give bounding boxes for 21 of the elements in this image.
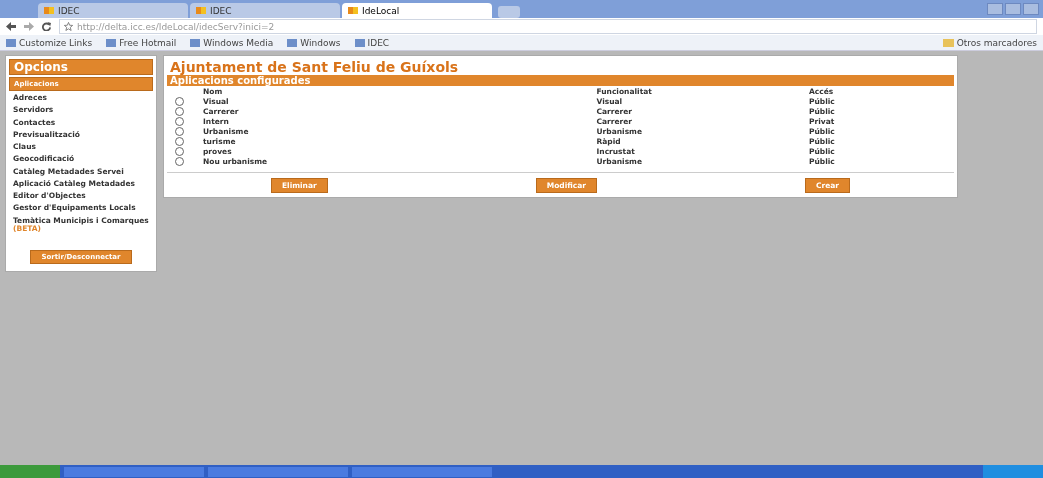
bookmark-link[interactable]: Windows <box>287 37 341 48</box>
browser-tab[interactable]: IDEC <box>190 3 340 18</box>
bookmark-link[interactable]: Windows Media <box>190 37 274 48</box>
section-header: Aplicacions configurades <box>167 75 954 86</box>
page-title: Ajuntament de Sant Feliu de Guíxols <box>169 59 460 75</box>
browser-tab[interactable]: IDEC <box>38 3 188 18</box>
star-icon[interactable] <box>64 22 73 31</box>
start-button[interactable] <box>0 465 60 478</box>
bookmark-link[interactable]: Free Hotmail <box>106 37 177 48</box>
browser-tab[interactable]: IdeLocal <box>342 3 492 18</box>
system-tray <box>983 465 1043 478</box>
minimize-button[interactable] <box>987 3 1003 15</box>
forward-icon[interactable] <box>24 22 34 31</box>
back-icon[interactable] <box>6 22 16 31</box>
reload-icon[interactable] <box>42 22 51 31</box>
close-button[interactable] <box>1023 3 1039 15</box>
maximize-button[interactable] <box>1005 3 1021 15</box>
sidebar-heading: Opcions <box>9 59 153 75</box>
bookmark-link[interactable]: Customize Links <box>6 37 93 48</box>
bookmark-folder[interactable]: Otros marcadores <box>942 37 1037 48</box>
bookmark-link[interactable]: IDEC <box>354 37 390 48</box>
